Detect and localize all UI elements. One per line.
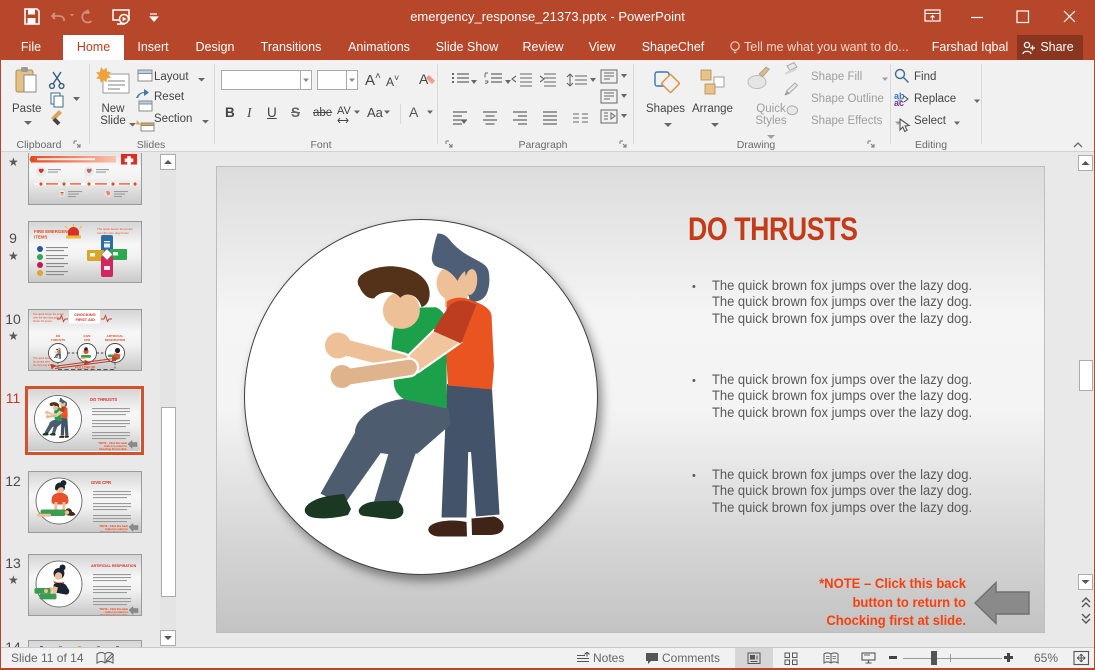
svg-text:DO THRUSTS: DO THRUSTS: [90, 397, 117, 402]
svg-text:brown fox jumps: brown fox jumps: [33, 319, 53, 323]
svg-text:FIRST AID: FIRST AID: [76, 317, 96, 322]
svg-text:GIVE CPR: GIVE CPR: [91, 480, 111, 485]
svg-text:FIRE EMERGENCY: FIRE EMERGENCY: [34, 229, 74, 234]
svg-text:Chocking first at slide.: Chocking first at slide.: [100, 613, 128, 615]
svg-text:THRUSTS: THRUSTS: [51, 338, 65, 342]
svg-text:over the lazy dog brown: over the lazy dog brown: [97, 231, 129, 235]
svg-text:CPR: CPR: [84, 338, 91, 342]
svg-text:the lazy dog fox: the lazy dog fox: [33, 363, 52, 367]
svg-text:fox jumps over: fox jumps over: [33, 360, 50, 364]
svg-text:over the lazy dog quick: over the lazy dog quick: [33, 316, 60, 320]
svg-text:Chocking first at slide.: Chocking first at slide.: [100, 530, 128, 532]
svg-text:Chocking first at slide.: Chocking first at slide.: [99, 447, 127, 451]
svg-text:ITEMS: ITEMS: [34, 235, 47, 240]
svg-text:The quick brown: The quick brown: [33, 356, 53, 360]
svg-text:ARTIFICIAL RESPIRATION: ARTIFICIAL RESPIRATION: [91, 564, 137, 568]
svg-text:RESPIRATION: RESPIRATION: [105, 338, 125, 342]
svg-text:FOLLOW UP: FOLLOW UP: [75, 366, 96, 370]
svg-text:The quick brown fox jumps: The quick brown fox jumps: [33, 312, 65, 316]
svg-text:ac: ac: [894, 98, 904, 108]
